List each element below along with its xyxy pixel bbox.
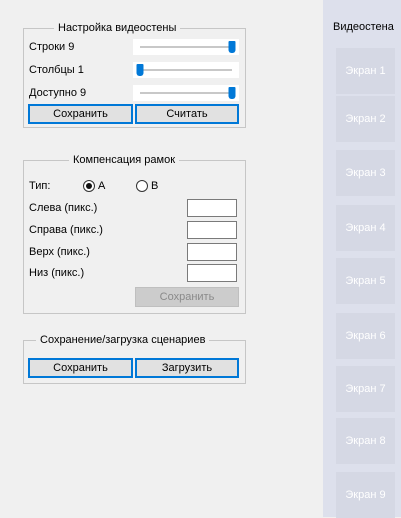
- load-scenario-button[interactable]: Загрузить: [135, 358, 239, 378]
- bottom-px-label: Низ (пикс.): [29, 267, 85, 279]
- rows-slider-thumb[interactable]: [228, 41, 236, 53]
- screen-tile-6[interactable]: Экран 6: [336, 313, 395, 359]
- video-wall-title: Видеостена: [333, 21, 394, 33]
- read-wall-button[interactable]: Считать: [135, 104, 239, 124]
- type-a-label: A: [98, 180, 106, 192]
- screen-tile-2[interactable]: Экран 2: [336, 96, 395, 142]
- left-px-label: Слева (пикс.): [29, 202, 98, 214]
- scenarios-title: Сохранение/загрузка сценариев: [40, 334, 206, 346]
- wall-settings-title: Настройка видеостены: [58, 22, 177, 34]
- screen-tile-7[interactable]: Экран 7: [336, 366, 395, 412]
- save-wall-button[interactable]: Сохранить: [28, 104, 133, 124]
- bottom-px-input[interactable]: [187, 264, 237, 282]
- type-b-label: B: [151, 180, 159, 192]
- available-slider[interactable]: [133, 85, 239, 101]
- cols-label: Столбцы 1: [29, 64, 84, 76]
- top-px-label: Верх (пикс.): [29, 246, 90, 258]
- cols-slider-thumb[interactable]: [136, 64, 144, 76]
- type-a-radio[interactable]: [83, 180, 95, 192]
- screen-tile-3[interactable]: Экран 3: [336, 150, 395, 196]
- type-b-radio[interactable]: [136, 180, 148, 192]
- save-scenario-button[interactable]: Сохранить: [28, 358, 133, 378]
- rows-slider[interactable]: [133, 39, 239, 55]
- save-bezel-button[interactable]: Сохранить: [135, 287, 239, 307]
- rows-label: Строки 9: [29, 41, 75, 53]
- screen-tile-1[interactable]: Экран 1: [336, 48, 395, 94]
- available-slider-thumb[interactable]: [228, 87, 236, 99]
- rows-slider-track: [140, 46, 232, 48]
- screen-tile-9[interactable]: Экран 9: [336, 472, 395, 518]
- available-label: Доступно 9: [29, 87, 87, 99]
- screen-tile-4[interactable]: Экран 4: [336, 205, 395, 251]
- cols-slider[interactable]: [133, 62, 239, 78]
- left-px-input[interactable]: [187, 199, 237, 217]
- type-label: Тип:: [29, 180, 51, 192]
- screen-tile-8[interactable]: Экран 8: [336, 418, 395, 464]
- right-px-input[interactable]: [187, 221, 237, 239]
- bezel-compensation-title: Компенсация рамок: [73, 154, 176, 166]
- right-px-label: Справа (пикс.): [29, 224, 103, 236]
- cols-slider-track: [140, 69, 232, 71]
- screen-tile-5[interactable]: Экран 5: [336, 258, 395, 304]
- top-px-input[interactable]: [187, 243, 237, 261]
- available-slider-track: [140, 92, 232, 94]
